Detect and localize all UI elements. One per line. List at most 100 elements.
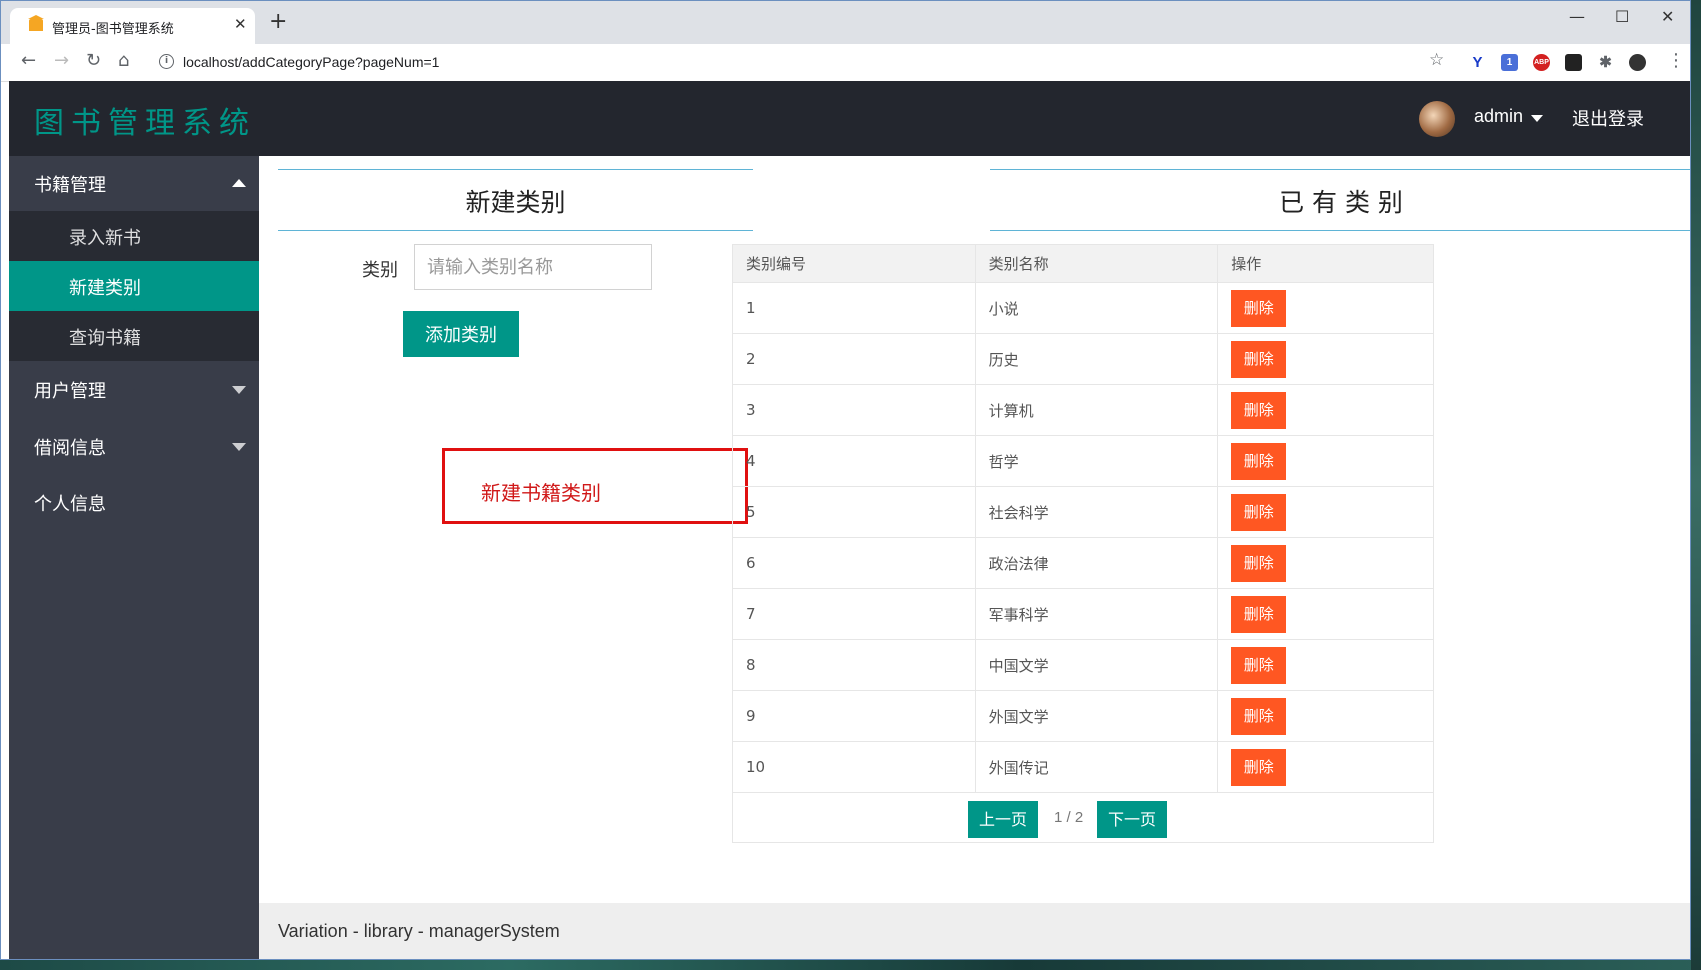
browser-tab[interactable]: 管理员-图书管理系统 ✕ [10, 8, 255, 44]
delete-category-button[interactable]: 删除 [1231, 493, 1287, 531]
action-cell: 删除 [1217, 486, 1434, 538]
category-id-cell: 10 [732, 741, 976, 793]
desktop-wallpaper [0, 960, 1701, 970]
url-text[interactable]: localhost/addCategoryPage?pageNum=1 [183, 54, 439, 70]
sidebar-group-borrow[interactable]: 借阅信息 [9, 418, 259, 473]
caret-down-icon[interactable] [1531, 115, 1543, 122]
caret-down-icon [232, 443, 246, 451]
bookmark-star-icon[interactable]: ☆ [1429, 50, 1444, 70]
table-row: 7 军事科学 删除 [732, 588, 1434, 640]
app-logo: 图书管理系统 [34, 106, 256, 141]
prev-page-button[interactable]: 上一页 [968, 801, 1038, 838]
new-category-title: 新建类别 [465, 188, 566, 217]
action-cell: 删除 [1217, 741, 1434, 793]
column-header-name: 类别名称 [974, 244, 1219, 283]
delete-category-button[interactable]: 删除 [1231, 595, 1287, 633]
category-name-cell: 政治法律 [974, 537, 1219, 589]
sidebar-item-label: 录入新书 [69, 228, 141, 249]
table-body: 1 小说 删除 2 历史 删除 3 计算机 删除 4 哲学 删除 5 社会科学 删除 6 政治法律 删除 7 军事科学… [732, 282, 1434, 793]
desktop-wallpaper-edge [1691, 0, 1701, 970]
tab-title: 管理员-图书管理系统 [52, 22, 174, 37]
category-id-cell: 1 [732, 282, 976, 334]
sidebar-group-label: 书籍管理 [34, 175, 106, 196]
tab-strip: 管理员-图书管理系统 ✕ + — ☐ ✕ [1, 1, 1690, 44]
browser-toolbar: ← → ↻ ⌂ i localhost/addCategoryPage?page… [1, 44, 1690, 82]
adblock-icon[interactable]: ABP [1533, 54, 1550, 71]
logout-link[interactable]: 退出登录 [1572, 105, 1644, 131]
add-category-button[interactable]: 添加类别 [403, 311, 519, 357]
existing-categories-title: 已 有 类 别 [1279, 188, 1403, 217]
page-footer: Variation - library - managerSystem [259, 903, 1690, 959]
extension-icon[interactable] [1565, 54, 1582, 71]
category-field-label: 类别 [362, 260, 398, 281]
divider [990, 169, 1690, 170]
action-cell: 删除 [1217, 384, 1434, 436]
category-name-cell: 哲学 [974, 435, 1219, 487]
category-id-cell: 2 [732, 333, 976, 385]
table-row: 8 中国文学 删除 [732, 639, 1434, 691]
delete-category-button[interactable]: 删除 [1231, 442, 1287, 480]
new-tab-icon[interactable]: + [269, 11, 287, 33]
user-avatar[interactable] [1419, 101, 1455, 137]
category-id-cell: 5 [732, 486, 976, 538]
tab-close-icon[interactable]: ✕ [234, 15, 247, 33]
category-name-cell: 外国传记 [974, 741, 1219, 793]
footer-text: Variation - library - managerSystem [278, 921, 560, 941]
category-id-cell: 6 [732, 537, 976, 589]
action-cell: 删除 [1217, 282, 1434, 334]
delete-category-button[interactable]: 删除 [1231, 748, 1287, 786]
table-header-row: 类别编号 类别名称 操作 [732, 244, 1434, 283]
sidebar-group-users[interactable]: 用户管理 [9, 361, 259, 416]
close-window-button[interactable]: ✕ [1661, 7, 1674, 26]
category-name-cell: 社会科学 [974, 486, 1219, 538]
back-icon[interactable]: ← [21, 50, 36, 71]
category-name-cell: 外国文学 [974, 690, 1219, 742]
divider [990, 230, 1690, 231]
user-menu[interactable]: admin [1474, 106, 1523, 127]
sidebar-item-new-category[interactable]: 新建类别 [9, 261, 259, 311]
annotation-box: 新建书籍类别 [442, 448, 748, 524]
category-name-cell: 历史 [974, 333, 1219, 385]
category-id-cell: 4 [732, 435, 976, 487]
categories-table: 类别编号 类别名称 操作 1 小说 删除 2 历史 删除 3 计算机 删除 4 哲学 删除 5 社会科学删… [732, 244, 1434, 793]
table-row: 3 计算机 删除 [732, 384, 1434, 436]
sidebar-group-label: 用户管理 [34, 381, 106, 402]
action-cell: 删除 [1217, 639, 1434, 691]
home-icon[interactable]: ⌂ [118, 50, 129, 71]
site-info-icon[interactable]: i [159, 54, 174, 69]
app-header: 图书管理系统 admin 退出登录 [9, 81, 1690, 156]
delete-category-button[interactable]: 删除 [1231, 289, 1287, 327]
vpn-extension-icon[interactable]: Y [1469, 54, 1486, 71]
table-row: 2 历史 删除 [732, 333, 1434, 385]
column-header-action: 操作 [1217, 244, 1434, 283]
category-name-input[interactable] [414, 244, 652, 290]
forward-icon[interactable]: → [54, 50, 69, 71]
pagination: 上一页 1 / 2 下一页 [732, 793, 1434, 843]
sidebar-item-search-books[interactable]: 查询书籍 [9, 311, 259, 361]
maximize-button[interactable]: ☐ [1615, 7, 1629, 26]
profile-avatar-icon[interactable] [1629, 54, 1646, 71]
caret-up-icon [232, 179, 246, 187]
table-row: 6 政治法律 删除 [732, 537, 1434, 589]
reload-icon[interactable]: ↻ [86, 50, 101, 71]
sidebar-group-books[interactable]: 书籍管理 [9, 156, 259, 211]
delete-category-button[interactable]: 删除 [1231, 340, 1287, 378]
extension-badge-icon[interactable]: 1 [1501, 54, 1518, 71]
category-name-cell: 中国文学 [974, 639, 1219, 691]
category-name-cell: 计算机 [974, 384, 1219, 436]
category-id-cell: 7 [732, 588, 976, 640]
delete-category-button[interactable]: 删除 [1231, 544, 1287, 582]
next-page-button[interactable]: 下一页 [1097, 801, 1167, 838]
table-row: 1 小说 删除 [732, 282, 1434, 334]
table-row: 10 外国传记 删除 [732, 741, 1434, 793]
delete-category-button[interactable]: 删除 [1231, 646, 1287, 684]
minimize-button[interactable]: — [1569, 7, 1585, 26]
sidebar-group-profile[interactable]: 个人信息 [9, 474, 259, 529]
browser-menu-icon[interactable]: ⋮ [1667, 50, 1685, 71]
puzzle-extensions-icon[interactable]: ✱ [1597, 54, 1614, 71]
annotation-text: 新建书籍类别 [481, 481, 601, 505]
delete-category-button[interactable]: 删除 [1231, 697, 1287, 735]
delete-category-button[interactable]: 删除 [1231, 391, 1287, 429]
sidebar-item-add-book[interactable]: 录入新书 [9, 211, 259, 261]
divider [278, 230, 753, 231]
